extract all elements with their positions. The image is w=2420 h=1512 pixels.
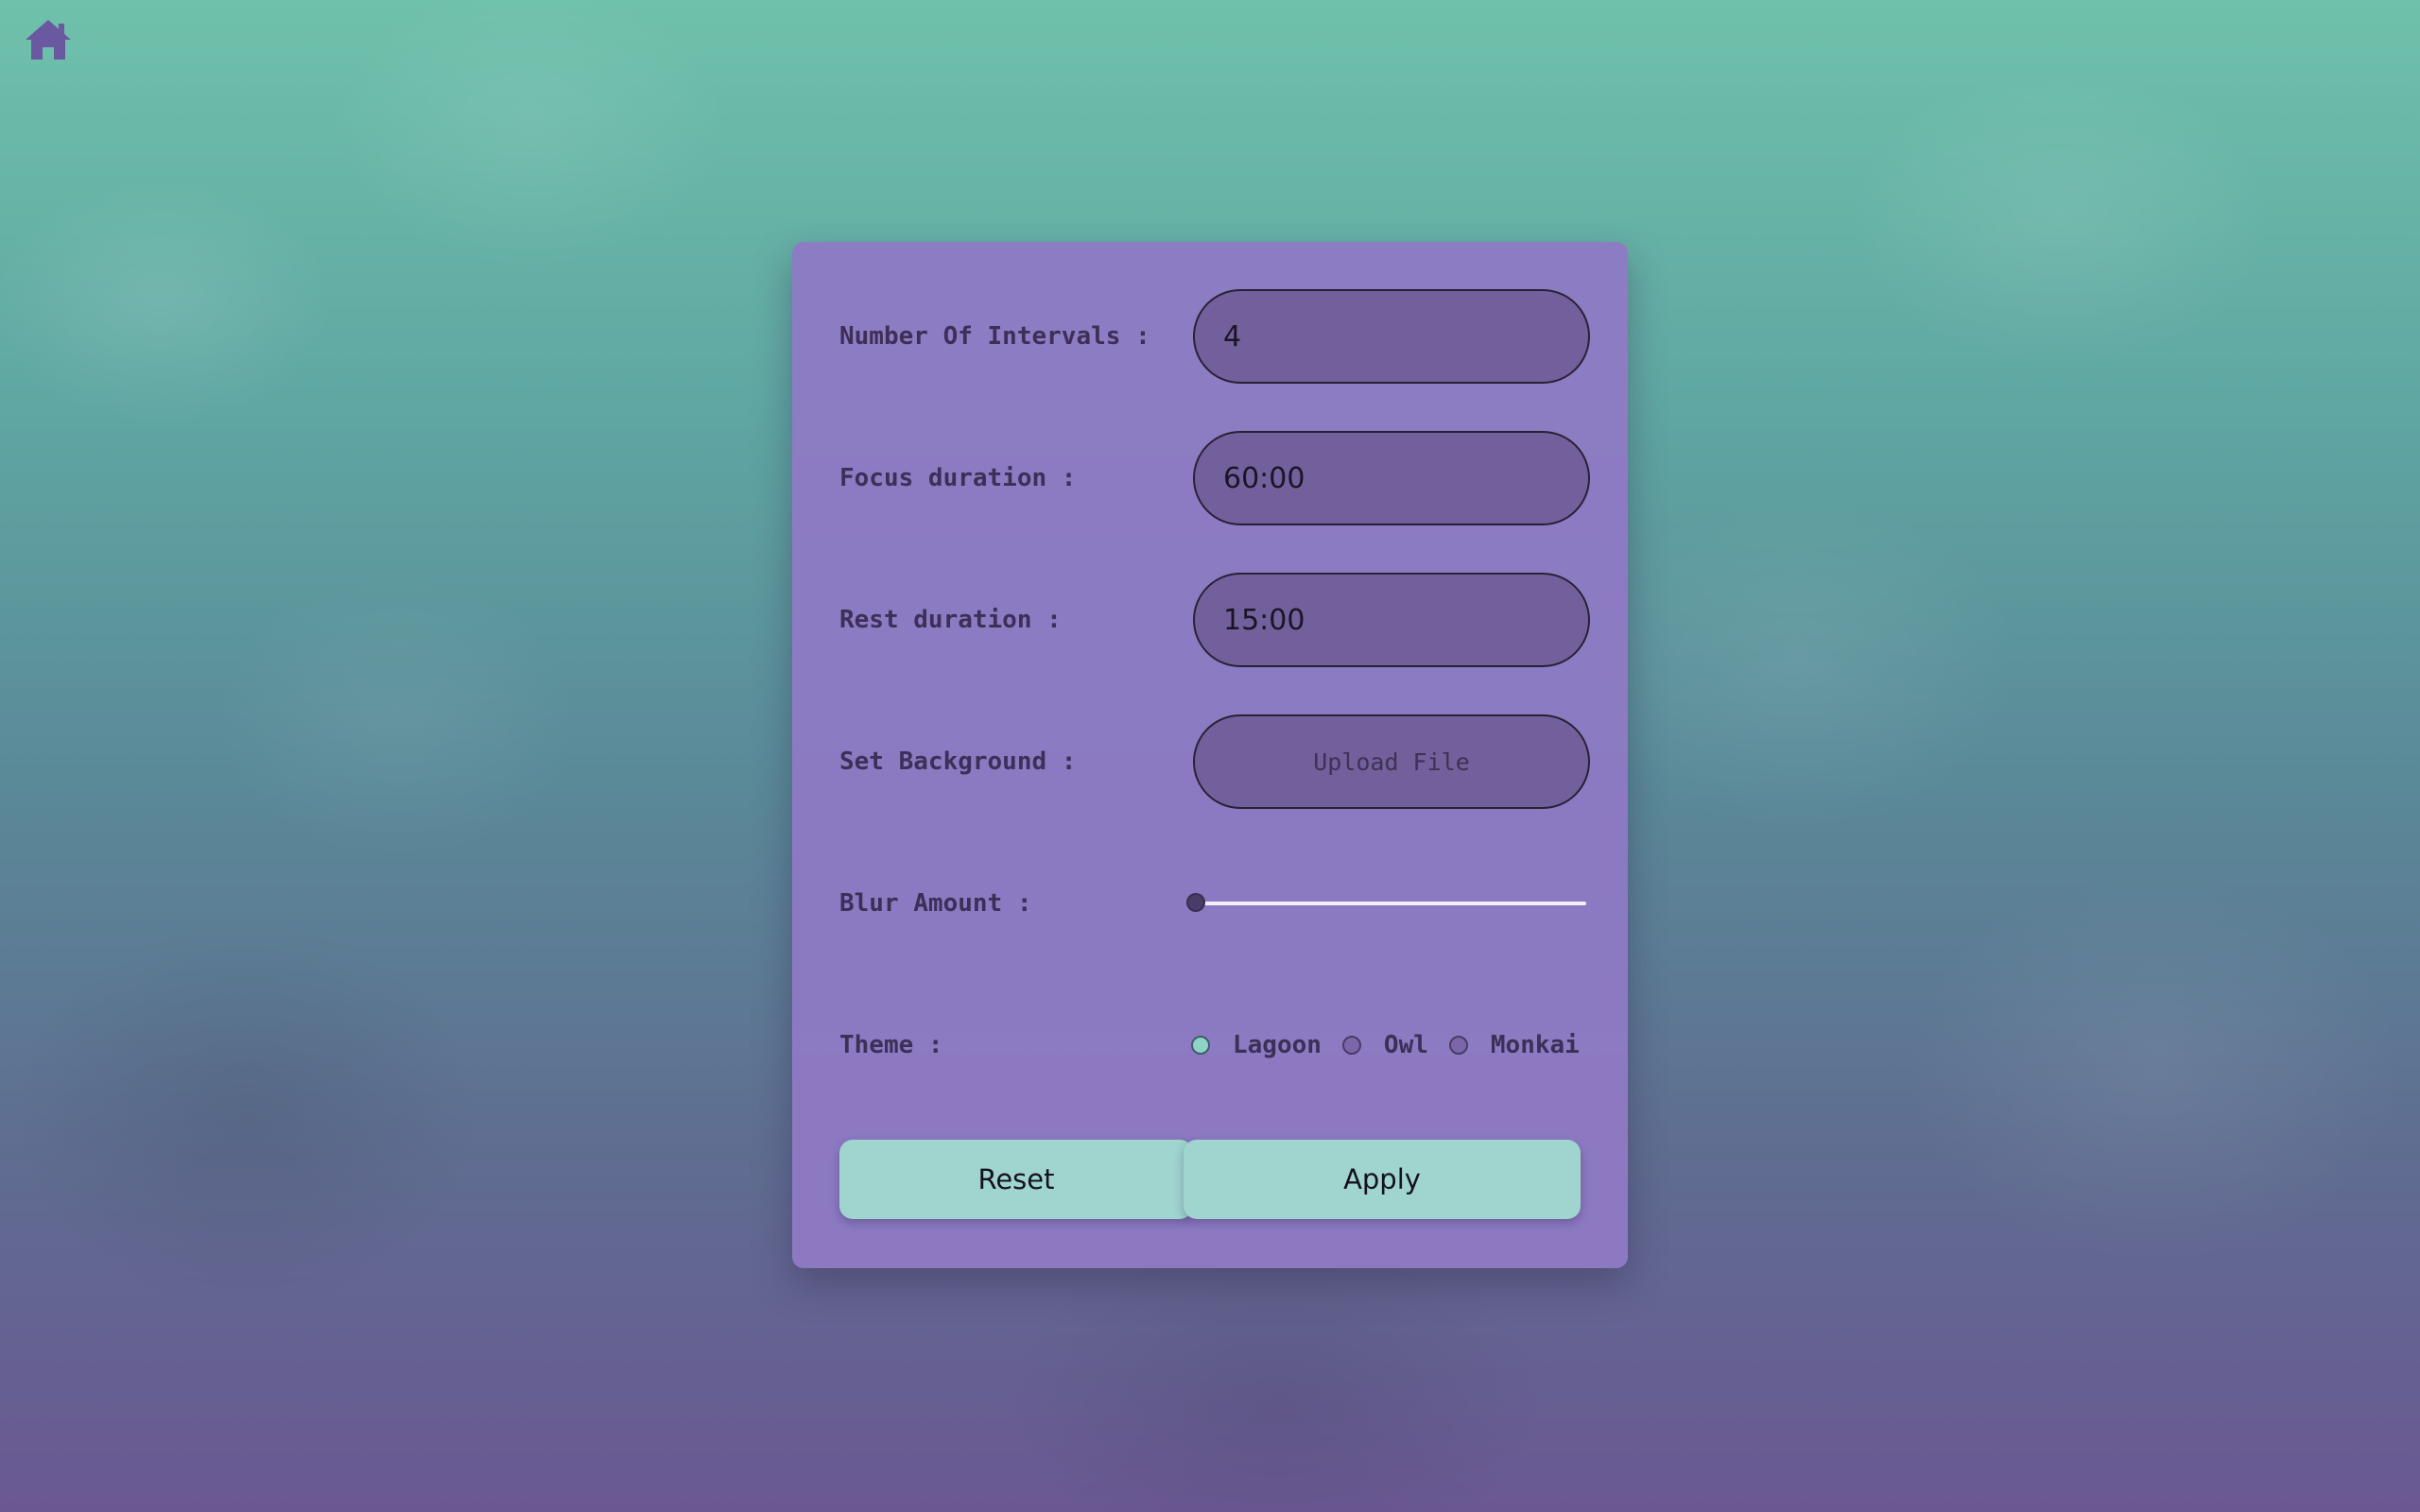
focus-row: Focus duration : bbox=[839, 431, 1590, 525]
blur-slider-thumb[interactable] bbox=[1186, 893, 1205, 912]
settings-panel: Number Of Intervals : Focus duration : R… bbox=[792, 242, 1628, 1268]
blur-slider-track[interactable] bbox=[1197, 902, 1586, 905]
rest-duration-input[interactable] bbox=[1195, 575, 1588, 665]
upload-file-button[interactable]: Upload File bbox=[1193, 714, 1590, 809]
theme-row: Theme : Lagoon Owl Monkai bbox=[839, 998, 1581, 1092]
theme-label: Theme : bbox=[839, 1031, 943, 1059]
background-row: Set Background : Upload File bbox=[839, 714, 1590, 809]
theme-option-owl-label[interactable]: Owl bbox=[1384, 1031, 1428, 1059]
home-icon[interactable] bbox=[23, 17, 74, 62]
upload-file-label: Upload File bbox=[1313, 747, 1470, 776]
rest-field-wrapper bbox=[1193, 573, 1590, 667]
focus-duration-input[interactable] bbox=[1195, 433, 1588, 524]
rest-duration-label: Rest duration : bbox=[839, 606, 1062, 634]
blur-row: Blur Amount : bbox=[839, 856, 1586, 951]
blur-amount-label: Blur Amount : bbox=[839, 889, 1032, 918]
theme-radio-monkai[interactable] bbox=[1448, 1036, 1468, 1055]
intervals-input[interactable] bbox=[1195, 291, 1588, 382]
focus-duration-label: Focus duration : bbox=[839, 464, 1077, 492]
reset-button[interactable]: Reset bbox=[839, 1140, 1193, 1219]
focus-field-wrapper bbox=[1193, 431, 1590, 525]
theme-radio-group: Lagoon Owl Monkai bbox=[1191, 1031, 1580, 1059]
theme-radio-lagoon[interactable] bbox=[1191, 1036, 1210, 1055]
set-background-label: Set Background : bbox=[839, 747, 1077, 776]
theme-radio-owl[interactable] bbox=[1341, 1036, 1361, 1055]
intervals-label: Number Of Intervals : bbox=[839, 322, 1150, 351]
theme-option-lagoon-label[interactable]: Lagoon bbox=[1233, 1031, 1322, 1059]
intervals-field-wrapper bbox=[1193, 289, 1590, 384]
apply-button[interactable]: Apply bbox=[1184, 1140, 1581, 1219]
rest-row: Rest duration : bbox=[839, 573, 1590, 667]
theme-option-monkai-label[interactable]: Monkai bbox=[1491, 1031, 1580, 1059]
intervals-row: Number Of Intervals : bbox=[839, 289, 1590, 384]
